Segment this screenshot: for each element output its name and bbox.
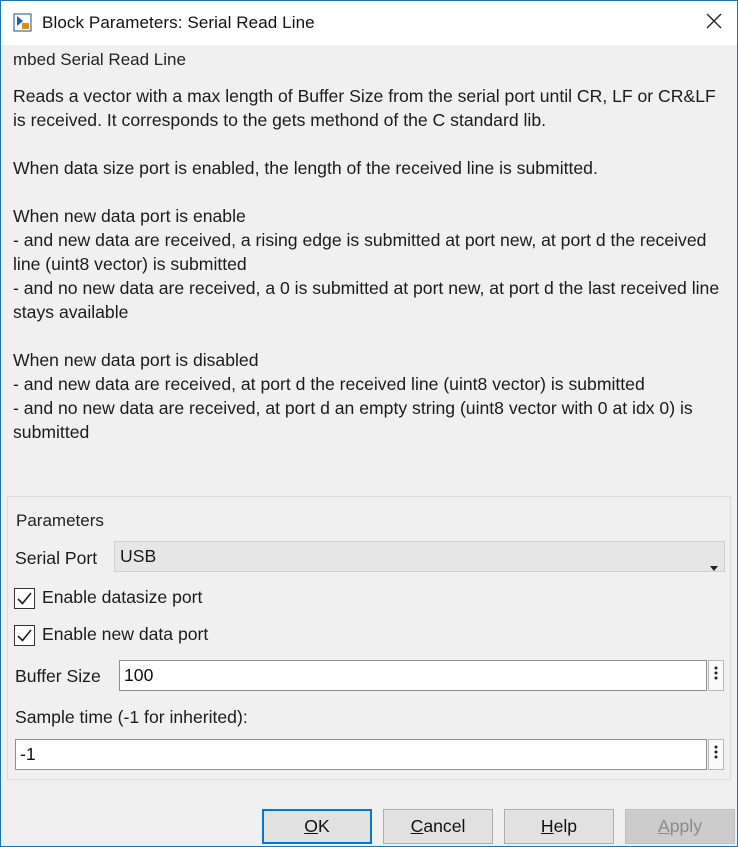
sample-time-input[interactable]: -1 xyxy=(15,739,707,770)
apply-button[interactable]: Apply xyxy=(625,809,735,844)
title-bar[interactable]: Block Parameters: Serial Read Line xyxy=(1,1,737,45)
apply-mnemonic: A xyxy=(657,816,670,836)
window-title: Block Parameters: Serial Read Line xyxy=(42,13,315,32)
block-parameters-dialog: Block Parameters: Serial Read Line mbed … xyxy=(0,0,738,847)
apply-label-rest: pply xyxy=(669,816,703,836)
ok-label-rest: K xyxy=(317,816,330,836)
serial-port-label: Serial Port xyxy=(15,548,98,568)
simulink-block-icon xyxy=(13,13,33,33)
ok-mnemonic: O xyxy=(304,816,318,836)
enable-new-data-checkbox[interactable] xyxy=(14,625,35,646)
parameters-panel: Parameters Serial Port USB Enable datasi… xyxy=(7,496,731,780)
serial-port-dropdown[interactable]: USB xyxy=(114,541,725,572)
enable-datasize-label: Enable datasize port xyxy=(42,587,203,607)
description-panel: mbed Serial Read Line Reads a vector wit… xyxy=(7,46,731,495)
vertical-ellipsis-icon xyxy=(714,666,718,685)
sample-time-options-button[interactable] xyxy=(708,739,724,770)
sample-time-label: Sample time (-1 for inherited): xyxy=(15,707,248,727)
enable-new-data-checkbox-row[interactable]: Enable new data port xyxy=(14,624,264,648)
enable-datasize-checkbox[interactable] xyxy=(14,588,35,609)
help-button[interactable]: Help xyxy=(504,809,614,844)
enable-new-data-label: Enable new data port xyxy=(42,624,209,644)
cancel-label-rest: ancel xyxy=(423,816,466,836)
buffer-size-options-button[interactable] xyxy=(708,660,724,691)
cancel-button[interactable]: Cancel xyxy=(383,809,493,844)
serial-port-value: USB xyxy=(120,546,157,566)
buffer-size-label: Buffer Size xyxy=(15,666,101,686)
close-button[interactable] xyxy=(691,1,737,45)
block-description: Reads a vector with a max length of Buff… xyxy=(13,86,720,442)
description-group-title: mbed Serial Read Line xyxy=(12,50,187,70)
enable-datasize-checkbox-row[interactable]: Enable datasize port xyxy=(14,587,254,611)
ok-button[interactable]: OK xyxy=(262,809,372,844)
help-label-rest: elp xyxy=(553,816,578,836)
close-icon xyxy=(706,13,722,34)
parameters-group-title: Parameters xyxy=(16,511,104,530)
chevron-down-icon xyxy=(710,555,718,571)
buffer-size-input[interactable]: 100 xyxy=(119,660,707,691)
help-mnemonic: H xyxy=(540,816,554,836)
cancel-mnemonic: C xyxy=(410,816,424,836)
vertical-ellipsis-icon xyxy=(714,745,718,764)
